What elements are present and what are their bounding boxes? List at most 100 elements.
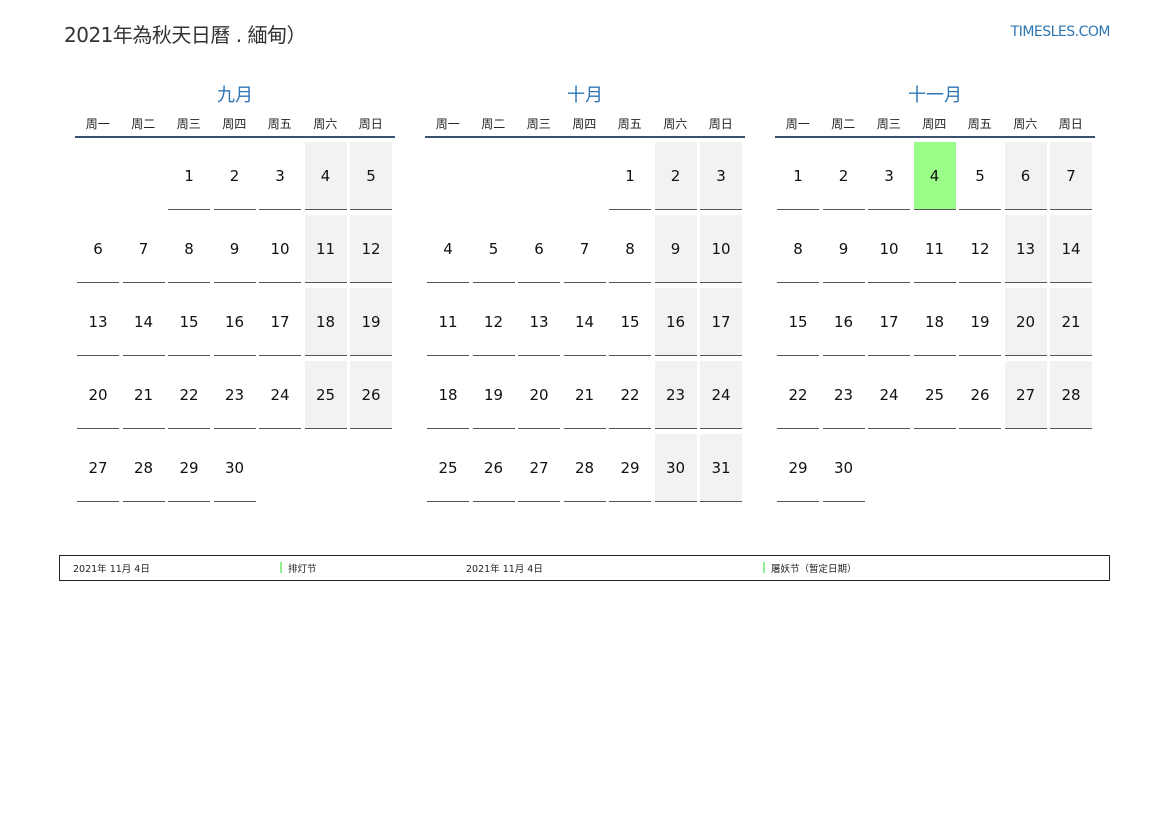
day-cell: 18 (304, 288, 347, 356)
day-cell: 24 (868, 361, 910, 429)
day-cell: 25 (913, 361, 956, 429)
weekday-label: 周二 (481, 117, 506, 131)
month-october: 十月 周一 周二 周三 周四 周五 周六 周日 1 2 3 4 5 6 7 8 9 10 11 12 13 14 15 1… (425, 84, 745, 502)
day-cell: 14 (1050, 215, 1092, 283)
weekday-label: 周五 (617, 117, 642, 131)
day-cell: 17 (700, 288, 742, 356)
day-cell: 4 (427, 215, 469, 283)
day-cell: 10 (868, 215, 910, 283)
month-title: 九月 (217, 85, 253, 106)
weekday-label: 周五 (267, 117, 292, 131)
weekday-header: 周一 周二 周三 周四 周五 周六 周日 (425, 114, 745, 138)
day-cell: 22 (609, 361, 651, 429)
day-cell: 20 (518, 361, 560, 429)
day-cell: 22 (168, 361, 210, 429)
day-cell: 18 (427, 361, 469, 429)
day-cell: 27 (1004, 361, 1047, 429)
day-cell: 8 (609, 215, 651, 283)
day-cell: 28 (1050, 361, 1092, 429)
day-cell: 16 (822, 288, 865, 356)
day-cell: 12 (350, 215, 392, 283)
weekday-label: 周二 (131, 117, 156, 131)
day-cell: 22 (777, 361, 819, 429)
weekday-label: 周一 (85, 117, 110, 131)
day-cell: 30 (654, 434, 697, 502)
day-cell: 15 (609, 288, 651, 356)
page-title: 2021年為秋天日曆 . 緬甸） (64, 23, 306, 47)
day-cell: 17 (868, 288, 910, 356)
day-cell: 9 (213, 215, 256, 283)
weekday-label: 周日 (1058, 117, 1083, 131)
legend-holiday-name: 排灯节 (288, 564, 317, 575)
day-cell: 28 (563, 434, 606, 502)
day-cell: 1 (777, 142, 819, 210)
day-cell: 9 (654, 215, 697, 283)
day-cell: 20 (1004, 288, 1047, 356)
weekday-label: 周六 (1013, 117, 1038, 131)
day-cell: 26 (959, 361, 1001, 429)
month-title: 十一月 (908, 85, 962, 106)
weekday-label: 周四 (572, 117, 597, 131)
day-cell: 12 (472, 288, 515, 356)
day-cell: 12 (959, 215, 1001, 283)
day-cell: 24 (700, 361, 742, 429)
day-cell: 3 (868, 142, 910, 210)
day-cell: 21 (563, 361, 606, 429)
day-cell: 8 (168, 215, 210, 283)
day-cell: 4 (304, 142, 347, 210)
day-cell: 13 (77, 288, 119, 356)
day-cell: 15 (168, 288, 210, 356)
weekday-header: 周一 周二 周三 周四 周五 周六 周日 (775, 114, 1095, 138)
day-cell: 5 (959, 142, 1001, 210)
weekday-label: 周三 (526, 117, 551, 131)
day-cell: 10 (259, 215, 301, 283)
day-cell: 1 (168, 142, 210, 210)
weekday-label: 周日 (358, 117, 383, 131)
day-cell: 21 (122, 361, 165, 429)
weekday-label: 周三 (876, 117, 901, 131)
day-cell: 3 (700, 142, 742, 210)
weekday-label: 周四 (222, 117, 247, 131)
day-cell: 30 (213, 434, 256, 502)
day-cell: 2 (654, 142, 697, 210)
day-cell: 3 (259, 142, 301, 210)
day-cell: 24 (259, 361, 301, 429)
day-cell: 8 (777, 215, 819, 283)
day-cell: 13 (518, 288, 560, 356)
weekday-header: 周一 周二 周三 周四 周五 周六 周日 (75, 114, 395, 138)
day-cell: 17 (259, 288, 301, 356)
day-cell: 6 (77, 215, 119, 283)
weekday-label: 周三 (176, 117, 201, 131)
site-link[interactable]: TIMESLES.COM (1011, 24, 1111, 40)
weekday-label: 周二 (831, 117, 856, 131)
day-cell: 30 (822, 434, 865, 502)
legend-marker (280, 562, 282, 573)
legend-marker (763, 562, 765, 573)
day-cell: 28 (122, 434, 165, 502)
day-cell: 21 (1050, 288, 1092, 356)
day-cell: 5 (472, 215, 515, 283)
day-cell: 25 (427, 434, 469, 502)
day-cell: 1 (609, 142, 651, 210)
day-cell: 25 (304, 361, 347, 429)
month-november: 十一月 周一 周二 周三 周四 周五 周六 周日 1 2 3 4 5 6 7 8 9 10 11 12 13 14 15… (775, 84, 1095, 502)
day-cell: 13 (1004, 215, 1047, 283)
day-cell: 19 (959, 288, 1001, 356)
day-cell: 29 (168, 434, 210, 502)
weekday-label: 周四 (922, 117, 947, 131)
day-cell: 6 (518, 215, 560, 283)
day-cell: 5 (350, 142, 392, 210)
weekday-label: 周日 (708, 117, 733, 131)
day-cell: 29 (609, 434, 651, 502)
legend-date: 2021年 11月 4日 (73, 564, 150, 575)
day-cell: 16 (213, 288, 256, 356)
day-cell: 2 (213, 142, 256, 210)
legend-holiday-name: 屠妖节（暂定日期） (771, 564, 857, 575)
day-cell: 18 (913, 288, 956, 356)
day-cell: 19 (472, 361, 515, 429)
day-cell: 31 (700, 434, 742, 502)
day-cell: 11 (304, 215, 347, 283)
weekday-label: 周六 (313, 117, 338, 131)
day-cell: 14 (563, 288, 606, 356)
day-cell: 19 (350, 288, 392, 356)
